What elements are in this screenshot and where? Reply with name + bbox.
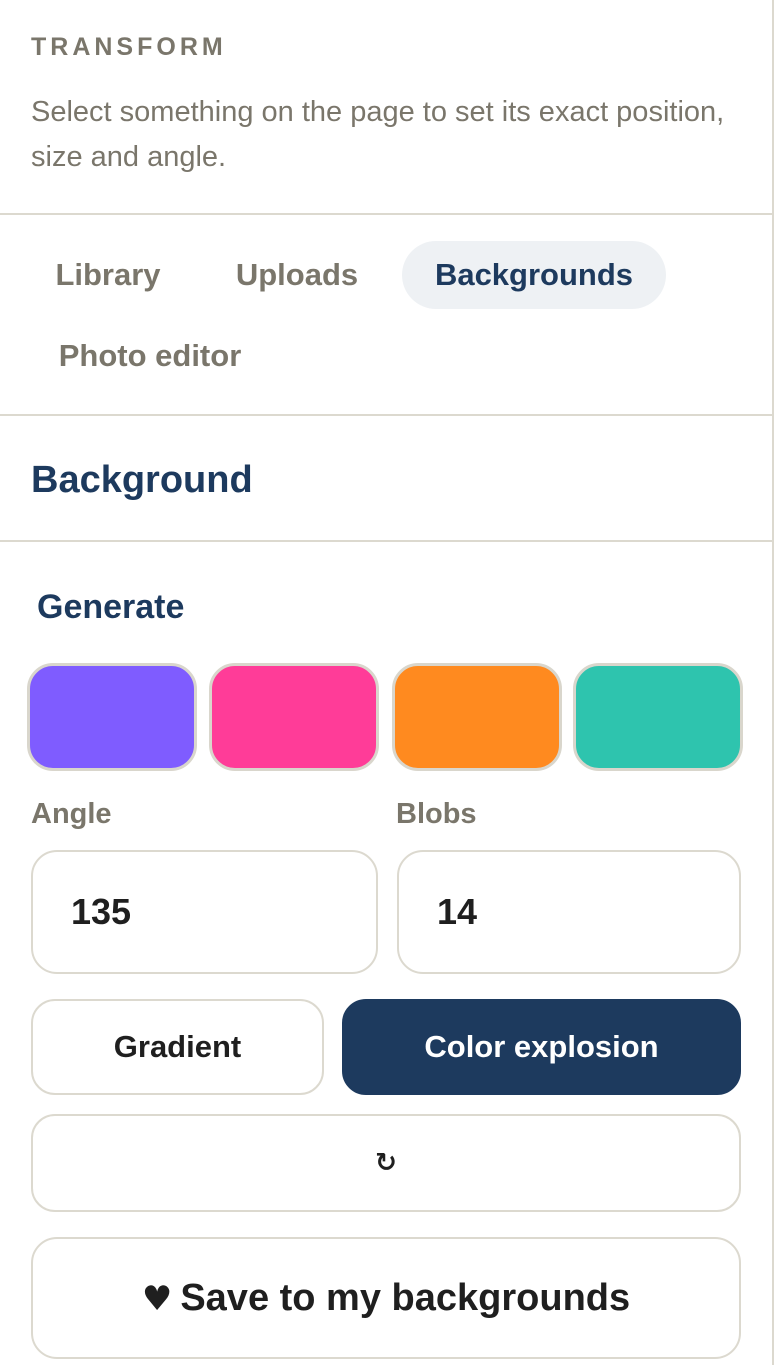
panel-tabs: Library Uploads Backgrounds Photo editor [0, 215, 772, 416]
generate-title: Generate [37, 588, 185, 626]
background-section: Background [0, 416, 772, 542]
gradient-mode-button[interactable]: Gradient [31, 999, 324, 1095]
save-background-label: Save to my backgrounds [180, 1276, 631, 1319]
side-panel: TRANSFORM Select something on the page t… [0, 0, 774, 1365]
tab-uploads[interactable]: Uploads [208, 241, 386, 309]
tab-photo-editor[interactable]: Photo editor [28, 322, 272, 390]
transform-section: TRANSFORM Select something on the page t… [0, 0, 772, 215]
angle-label: Angle [31, 798, 112, 830]
save-background-button[interactable]: ♥ Save to my backgrounds [31, 1237, 741, 1359]
color-explosion-mode-button[interactable]: Color explosion [342, 999, 741, 1095]
refresh-icon: ↻ [375, 1148, 397, 1178]
color-swatch-orange[interactable] [392, 663, 562, 771]
color-swatch-purple[interactable] [27, 663, 197, 771]
background-title: Background [31, 459, 253, 501]
blobs-input[interactable] [397, 850, 741, 974]
heart-icon: ♥ [141, 1278, 173, 1319]
angle-input[interactable] [31, 850, 378, 974]
color-swatch-teal[interactable] [573, 663, 743, 771]
color-swatch-pink[interactable] [209, 663, 379, 771]
blobs-label: Blobs [396, 798, 477, 830]
transform-title: TRANSFORM [31, 33, 227, 61]
transform-description: Select something on the page to set its … [31, 96, 725, 173]
tab-backgrounds[interactable]: Backgrounds [402, 241, 666, 309]
tab-library[interactable]: Library [28, 241, 188, 309]
regenerate-button[interactable]: ↻ [31, 1114, 741, 1212]
